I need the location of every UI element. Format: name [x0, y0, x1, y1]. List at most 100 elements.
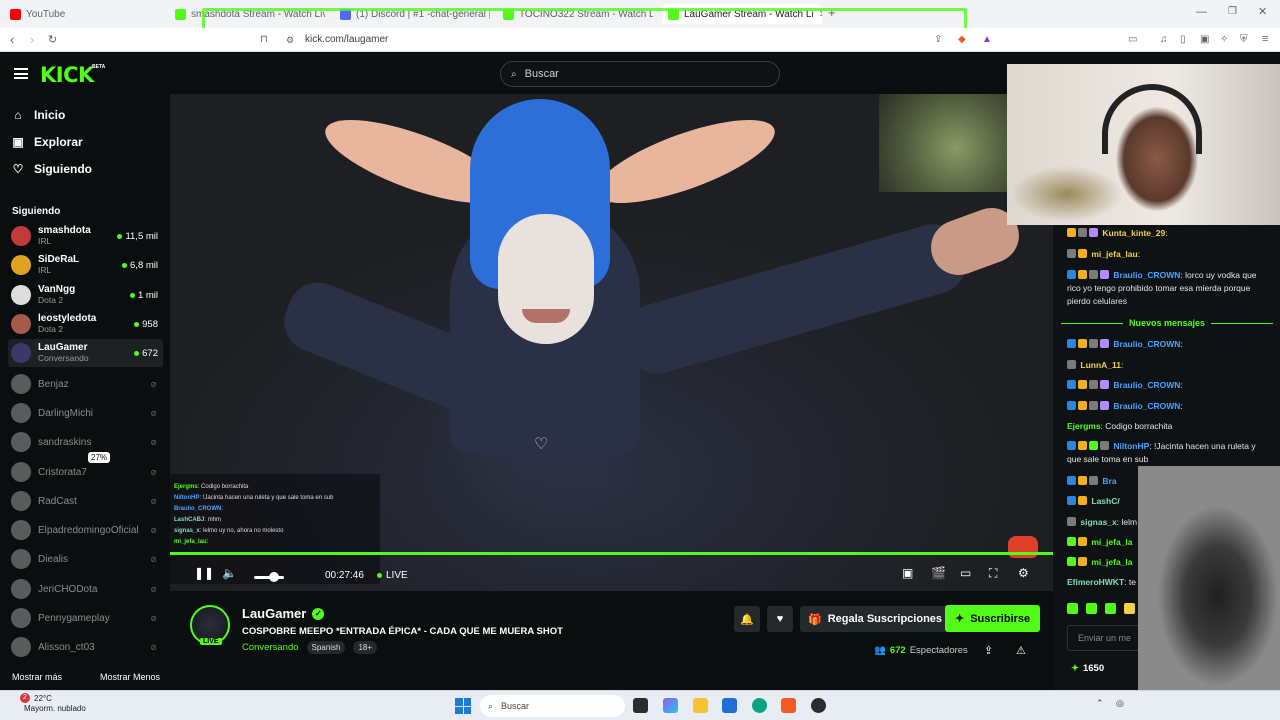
tray-chevron-icon[interactable]: ⌃ [1096, 698, 1104, 709]
back-icon[interactable]: ‹ [10, 32, 14, 47]
channel-radcast[interactable]: RadCast ⊘ [8, 487, 163, 515]
channel-benjaz[interactable]: Benjaz ⊘ [8, 370, 163, 398]
kick-logo[interactable]: KICK [40, 63, 94, 87]
emote-icon[interactable] [1067, 603, 1078, 614]
channel-diealis[interactable]: Diealis ⊘ [8, 545, 163, 573]
window-close-icon[interactable]: ✕ [1258, 5, 1267, 18]
channel-darlingmichi[interactable]: DarlingMichi ⊘ [8, 399, 163, 427]
brave-rewards-icon[interactable]: ▲ [982, 34, 992, 45]
channel-laugamer[interactable]: LauGamer Conversando 672 [8, 339, 163, 367]
chat-message: mi_jefa_lau: [1067, 248, 1272, 261]
store-icon[interactable] [722, 698, 737, 713]
chat-message: Kunta_kinte_29: [1067, 227, 1272, 240]
sidebar: ⌂ Inicio ▣ Explorar ♡ Siguiendo Siguiend… [0, 94, 167, 690]
wallet-icon[interactable]: ▣ [1200, 34, 1209, 45]
maximize-icon[interactable]: ❐ [1228, 6, 1237, 17]
site-info-icon[interactable]: ⚙ [286, 35, 294, 46]
nav-inicio[interactable]: ⌂ Inicio [12, 108, 65, 122]
channel-name: leostyledota [38, 313, 97, 324]
share-icon[interactable]: ⇪ [984, 644, 993, 657]
channel-sandraskins[interactable]: sandraskins ⊘ [8, 428, 163, 456]
music-icon[interactable]: ♫ [1160, 34, 1168, 45]
emote-icon[interactable] [1105, 603, 1116, 614]
volume-slider-knob[interactable] [269, 572, 279, 582]
edge-icon[interactable] [752, 698, 767, 713]
channel-sideral[interactable]: SiDeRaL IRL 6,8 mil [8, 251, 163, 279]
emote-icon[interactable] [1124, 603, 1135, 614]
gift-subs-button[interactable]: 🎁 Regala Suscripciones [800, 606, 951, 632]
settings-gear-icon[interactable]: ⚙ [1018, 566, 1029, 580]
reload-icon[interactable]: ↻ [48, 33, 57, 46]
menu-icon[interactable]: ≡ [1262, 33, 1268, 45]
stream-category-link[interactable]: Conversando [242, 642, 299, 653]
windows-start-icon[interactable] [455, 698, 471, 714]
subscribe-button[interactable]: ✦ Suscribirse [945, 605, 1041, 632]
webcam-overlay [1007, 64, 1280, 225]
compass-icon: ▣ [12, 135, 24, 149]
task-view-icon[interactable] [633, 698, 648, 713]
tag-language[interactable]: Spanish [306, 641, 346, 654]
channel-cristorata7[interactable]: Cristorata7 ⊘ [8, 458, 163, 486]
pig-webcam-overlay [1138, 466, 1280, 720]
forward-icon[interactable]: › [30, 32, 34, 47]
volume-icon[interactable]: 🔈 [222, 566, 237, 580]
file-explorer-icon[interactable] [693, 698, 708, 713]
share-page-icon[interactable]: ⇪ [934, 34, 942, 45]
taskbar-search[interactable]: ⌕ Buscar [480, 695, 625, 717]
theater-mode-icon[interactable]: ▭ [960, 566, 971, 580]
leo-icon[interactable]: ✧ [1220, 34, 1228, 45]
miniplayer-icon[interactable]: ▣ [902, 566, 913, 580]
emote-icon[interactable] [1086, 603, 1097, 614]
tab-youtube[interactable]: YouTube [10, 4, 160, 24]
app-icon[interactable] [811, 698, 826, 713]
chat-message: Ejergms: Codigo borrachita [1067, 421, 1173, 431]
channel-alisson[interactable]: Alisson_ct03 ⊘ [8, 633, 163, 661]
channel-leostyledota[interactable]: leostyledota Dota 2 958 [8, 310, 163, 338]
clip-icon[interactable]: 🎬 [931, 566, 946, 580]
notification-bell-button[interactable]: 🔔 [734, 606, 760, 632]
tag-mature[interactable]: 18+ [353, 641, 378, 654]
weather-widget[interactable]: 22°C Mayorm. nublado [24, 694, 86, 714]
nav-siguiendo[interactable]: ♡ Siguiendo [12, 162, 92, 176]
pause-icon[interactable]: ❚❚ [194, 566, 214, 580]
sidebar-toggle-icon[interactable]: ▯ [1180, 34, 1186, 45]
brave-icon[interactable] [781, 698, 796, 713]
tray-icon[interactable]: ◎ [1116, 698, 1124, 709]
playback-time: 00:27:46 [325, 570, 364, 581]
hamburger-menu-icon[interactable] [14, 68, 28, 79]
copilot-icon[interactable] [663, 698, 678, 713]
channel-name: SiDeRaL [38, 254, 80, 265]
minimize-icon[interactable]: — [1196, 6, 1207, 18]
brave-shield-icon[interactable]: ◆ [958, 34, 966, 45]
show-less-button[interactable]: Mostrar Menos [100, 672, 160, 682]
progress-bar[interactable] [170, 552, 1053, 555]
volume-tooltip: 27% [88, 452, 111, 463]
reader-icon[interactable]: ▭ [1128, 34, 1137, 45]
bookmark-icon[interactable]: ⊓ [260, 34, 268, 45]
youtube-icon [10, 8, 21, 20]
channel-name: JeriCHODota [38, 583, 98, 595]
search-input[interactable]: ⌕ Buscar [500, 61, 780, 87]
channel-points[interactable]: ✦ 1650 [1071, 663, 1104, 674]
channel-elpadredomingo[interactable]: ElpadredomingoOficial ⊘ [8, 516, 163, 544]
url-field[interactable]: kick.com/laugamer [305, 34, 388, 45]
follow-heart-button[interactable]: ♥ [767, 606, 793, 632]
points-icon: ✦ [1071, 663, 1079, 674]
channel-vanngg[interactable]: VanNgg Dota 2 1 mil [8, 281, 163, 309]
channel-smashdota[interactable]: smashdota IRL 11,5 mil [8, 222, 163, 250]
offline-icon: ⊘ [150, 554, 157, 564]
show-more-button[interactable]: Mostrar más [12, 672, 62, 682]
vpn-icon[interactable]: ⛨ [1240, 34, 1248, 45]
fullscreen-icon[interactable]: ⛶ [989, 566, 997, 581]
chat-message: Braulio_CROWN: [1067, 379, 1272, 392]
chat-badges [1067, 269, 1111, 282]
channel-category: Dota 2 [38, 324, 64, 334]
streamer-name[interactable]: LauGamer ✓ [242, 606, 325, 621]
video-player[interactable]: ♡ Ejergms: Codigo borrachita NiltonHP: !… [170, 94, 1053, 591]
search-icon: ⌕ [511, 68, 517, 80]
channel-jerichodota[interactable]: JeriCHODota ⊘ [8, 575, 163, 603]
nav-explorar[interactable]: ▣ Explorar [12, 135, 82, 149]
kick-favicon-icon [175, 8, 186, 20]
channel-pennygameplay[interactable]: Pennygameplay ⊘ [8, 604, 163, 632]
report-icon[interactable]: ⚠ [1016, 644, 1026, 657]
